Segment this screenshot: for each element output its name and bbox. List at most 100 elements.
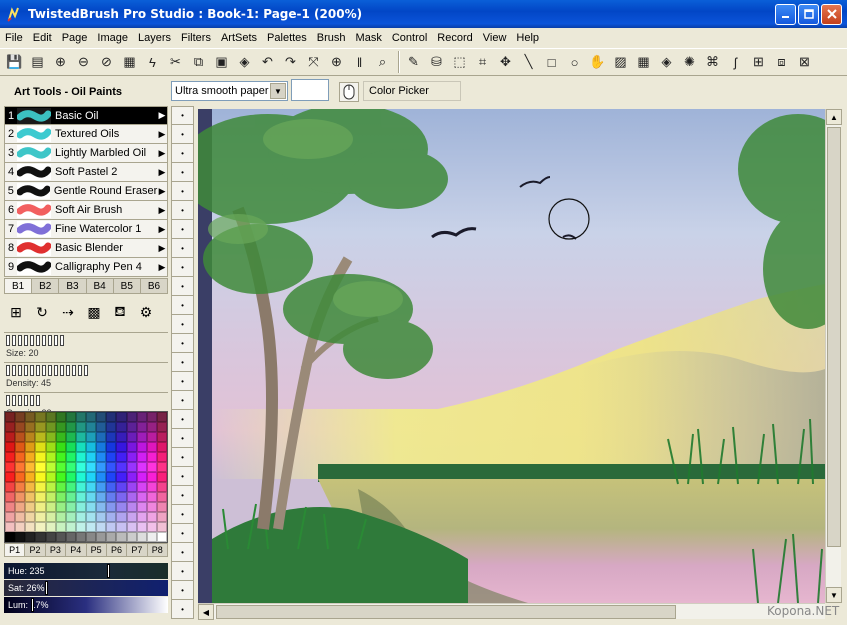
palette-swatch[interactable] (156, 472, 167, 482)
palette-swatch[interactable] (116, 462, 127, 472)
palette-swatch[interactable] (55, 482, 66, 492)
palette-swatch[interactable] (126, 452, 137, 462)
palette-swatch[interactable] (116, 442, 127, 452)
palette-swatch[interactable] (15, 442, 26, 452)
palette-swatch[interactable] (55, 422, 66, 432)
palette-swatch[interactable] (45, 432, 56, 442)
palette-swatch[interactable] (116, 492, 127, 502)
palette-swatch[interactable] (55, 512, 66, 522)
new-brush-icon[interactable]: ⊞ (4, 300, 28, 324)
palette-swatch[interactable] (45, 472, 56, 482)
stamp-icon[interactable]: ⌘ (702, 52, 723, 73)
palette-swatch[interactable] (75, 432, 86, 442)
palette-swatch[interactable] (45, 502, 56, 512)
palette-swatch[interactable] (146, 512, 157, 522)
strip-cell[interactable]: • (171, 448, 194, 467)
palette-swatch[interactable] (25, 412, 36, 422)
palette-swatch[interactable] (35, 482, 46, 492)
palette-swatch[interactable] (25, 522, 36, 532)
palette-swatch[interactable] (55, 532, 66, 542)
strip-cell[interactable]: • (171, 296, 194, 315)
palette-swatch[interactable] (15, 522, 26, 532)
palette-swatch[interactable] (65, 462, 76, 472)
menu-palettes[interactable]: Palettes (262, 32, 312, 44)
bank-tab-b4[interactable]: B4 (86, 278, 114, 294)
brush-arrow-icon[interactable]: ▶ (157, 205, 167, 216)
strip-cell[interactable]: • (171, 467, 194, 486)
menu-brush[interactable]: Brush (312, 32, 351, 44)
strip-cell[interactable]: • (171, 106, 194, 125)
mouse-icon[interactable] (339, 82, 359, 102)
palette-swatch[interactable] (156, 502, 167, 512)
brush-item[interactable]: 4 Soft Pastel 2 ▶ (4, 163, 168, 182)
palette-swatch[interactable] (96, 522, 107, 532)
palette-tab-p8[interactable]: P8 (147, 543, 168, 557)
palette-swatch[interactable] (116, 512, 127, 522)
marquee-icon[interactable]: ⬚ (449, 52, 470, 73)
dropdown-arrow-icon[interactable]: ▼ (270, 83, 286, 99)
palette-swatch[interactable] (106, 492, 117, 502)
palette-swatch[interactable] (55, 452, 66, 462)
palette-swatch[interactable] (136, 452, 147, 462)
palette-swatch[interactable] (116, 412, 127, 422)
palette-swatch[interactable] (75, 412, 86, 422)
palette-swatch[interactable] (65, 412, 76, 422)
palette-swatch[interactable] (35, 422, 46, 432)
palette-swatch[interactable] (55, 472, 66, 482)
grid-icon[interactable]: ⊠ (794, 52, 815, 73)
paste-icon[interactable]: ▣ (211, 52, 232, 73)
palette-swatch[interactable] (86, 442, 97, 452)
brush-slider[interactable]: Density: 45 (4, 362, 168, 388)
eyedropper-icon[interactable]: ✎ (403, 52, 424, 73)
palette-swatch[interactable] (126, 422, 137, 432)
palette-swatch[interactable] (96, 422, 107, 432)
close-button[interactable] (821, 3, 842, 25)
palette-swatch[interactable] (65, 522, 76, 532)
zoom-in-icon[interactable]: ⊕ (326, 52, 347, 73)
strip-cell[interactable]: • (171, 562, 194, 581)
palette-swatch[interactable] (146, 432, 157, 442)
strip-cell[interactable]: • (171, 239, 194, 258)
brush-item[interactable]: 9 Calligraphy Pen 4 ▶ (4, 258, 168, 277)
brush-item[interactable]: 3 Lightly Marbled Oil ▶ (4, 144, 168, 163)
palette-swatch[interactable] (15, 512, 26, 522)
palette-swatch[interactable] (146, 412, 157, 422)
palette-swatch[interactable] (136, 462, 147, 472)
palette-swatch[interactable] (65, 492, 76, 502)
palette-swatch[interactable] (96, 432, 107, 442)
palette-swatch[interactable] (5, 522, 16, 532)
palette-swatch[interactable] (65, 482, 76, 492)
palette-swatch[interactable] (5, 462, 16, 472)
palette-swatch[interactable] (15, 462, 26, 472)
hue-slider[interactable]: Hue: 235 (4, 563, 168, 579)
palette-tab-p7[interactable]: P7 (127, 543, 148, 557)
palette-swatch[interactable] (86, 482, 97, 492)
menu-control[interactable]: Control (387, 32, 432, 44)
brush-arrow-icon[interactable]: ▶ (157, 148, 167, 159)
palette-swatch[interactable] (15, 452, 26, 462)
slider-ticks[interactable] (6, 335, 166, 347)
brush-item[interactable]: 1 Basic Oil ▶ (4, 106, 168, 125)
palette-tab-p5[interactable]: P5 (86, 543, 107, 557)
palette-swatch[interactable] (126, 502, 137, 512)
palette-swatch[interactable] (126, 462, 137, 472)
palette-swatch[interactable] (35, 522, 46, 532)
menu-filters[interactable]: Filters (176, 32, 216, 44)
palette-swatch[interactable] (116, 532, 127, 542)
palette-swatch[interactable] (106, 472, 117, 482)
palette-swatch[interactable] (5, 502, 16, 512)
palette-swatch[interactable] (65, 422, 76, 432)
palette-swatch[interactable] (116, 432, 127, 442)
palette-swatch[interactable] (45, 512, 56, 522)
palette-swatch[interactable] (156, 422, 167, 432)
scroll-up-icon[interactable]: ▲ (826, 109, 842, 125)
vertical-scrollbar[interactable]: ▲ ▼ (825, 109, 842, 603)
move-icon[interactable]: ✥ (495, 52, 516, 73)
palette-swatch[interactable] (116, 472, 127, 482)
palette-swatch[interactable] (146, 452, 157, 462)
bank-tab-b2[interactable]: B2 (32, 278, 60, 294)
layer-icon[interactable]: ◈ (234, 52, 255, 73)
brush-arrow-icon[interactable]: ▶ (157, 167, 167, 178)
palette-swatch[interactable] (86, 512, 97, 522)
palette-swatch[interactable] (106, 442, 117, 452)
